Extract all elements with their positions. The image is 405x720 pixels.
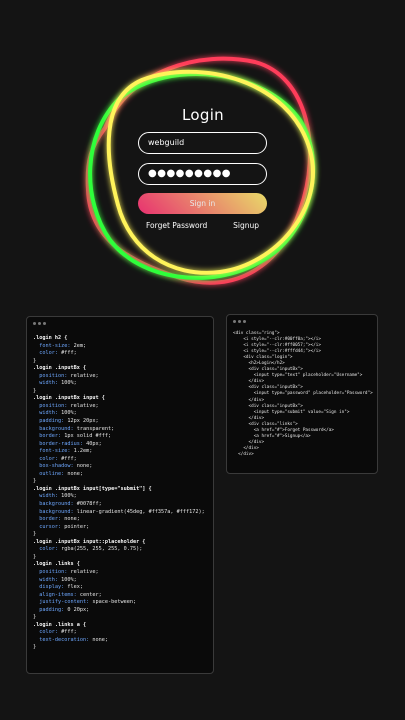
window-dot-icon [243,320,246,323]
code-line: justify-content: space-between; [33,599,137,606]
window-dot-icon [38,322,41,325]
html-code-panel: <div class="ring"> <i style="--clr:#00ff… [226,314,378,474]
code-line: font-size: 1.2em; [33,448,93,455]
forget-password-link[interactable]: Forget Password [146,221,207,230]
code-line: } [33,614,37,621]
code-line: .login .inputBx input { [33,395,105,402]
code-line: cursor: pointer; [33,523,90,530]
code-line: .login h2 { [33,335,68,341]
code-line: border-radius: 40px; [33,440,102,447]
code-line: position: relative; [33,372,99,379]
code-line: } [33,644,37,651]
sign-in-button[interactable]: Sign in [138,193,267,214]
code-line: display: flex; [33,584,83,591]
code-line: } [33,478,37,485]
code-line: width: 100%; [33,493,77,500]
code-line: .login .inputBx input[type="submit"] { [33,485,152,492]
code-line: color: rgba(255, 255, 255, 0.75); [33,546,143,553]
code-line: width: 100%; [33,380,77,387]
window-dot-icon [238,320,241,323]
code-line: } [33,387,37,394]
window-dot-icon [43,322,46,325]
code-line: text-decoration: none; [33,636,108,643]
code-line: } [33,553,37,560]
code-line: color: #fff; [33,350,77,357]
window-dots [233,320,246,323]
css-code-block: .login h2 { font-size: 2em; color: #fff;… [33,335,205,652]
code-line: width: 100%; [33,576,77,583]
code-line: background: #0078ff; [33,501,102,508]
code-line: position: relative; [33,568,99,575]
code-line: color: #fff; [33,629,77,636]
code-line: } [33,531,37,538]
code-line: border: 1px solid #fff; [33,433,112,440]
html-code-block: <div class="ring"> <i style="--clr:#00ff… [233,331,373,458]
code-line: color: #fff; [33,455,77,462]
code-line: width: 100%; [33,410,77,417]
code-line: <input type="password" placeholder="Pass… [233,391,373,397]
username-input[interactable]: webguild [138,132,267,154]
window-dot-icon [33,322,36,325]
login-links: Forget Password Signup [146,221,259,230]
password-input[interactable]: ●●●●●●●●● [138,163,267,185]
code-line: } [33,357,37,364]
window-dot-icon [233,320,236,323]
app-stage: Login webguild ●●●●●●●●● Sign in Forget … [0,0,405,720]
code-line: align-items: center; [33,591,102,598]
code-line: position: relative; [33,402,99,409]
login-title: Login [182,106,224,124]
code-line: box-shadow: none; [33,463,93,470]
code-line: font-size: 2em; [33,342,87,349]
signup-link[interactable]: Signup [233,221,259,230]
code-line: .login .links { [33,561,80,568]
code-line: padding: 12px 20px; [33,418,99,425]
css-code-panel: .login h2 { font-size: 2em; color: #fff;… [26,316,214,674]
code-line: .login .links a { [33,621,87,628]
code-line: .login .inputBx { [33,365,87,372]
code-line: border: none; [33,516,80,523]
code-line: .login .inputBx input::placeholder { [33,538,146,545]
code-line: outline: none; [33,470,83,477]
window-dots [33,322,46,325]
code-line: background: linear-gradient(45deg, #ff35… [33,508,205,515]
code-line: padding: 0 20px; [33,606,90,613]
code-line: background: transparent; [33,425,115,432]
code-line: </div> [233,451,254,457]
